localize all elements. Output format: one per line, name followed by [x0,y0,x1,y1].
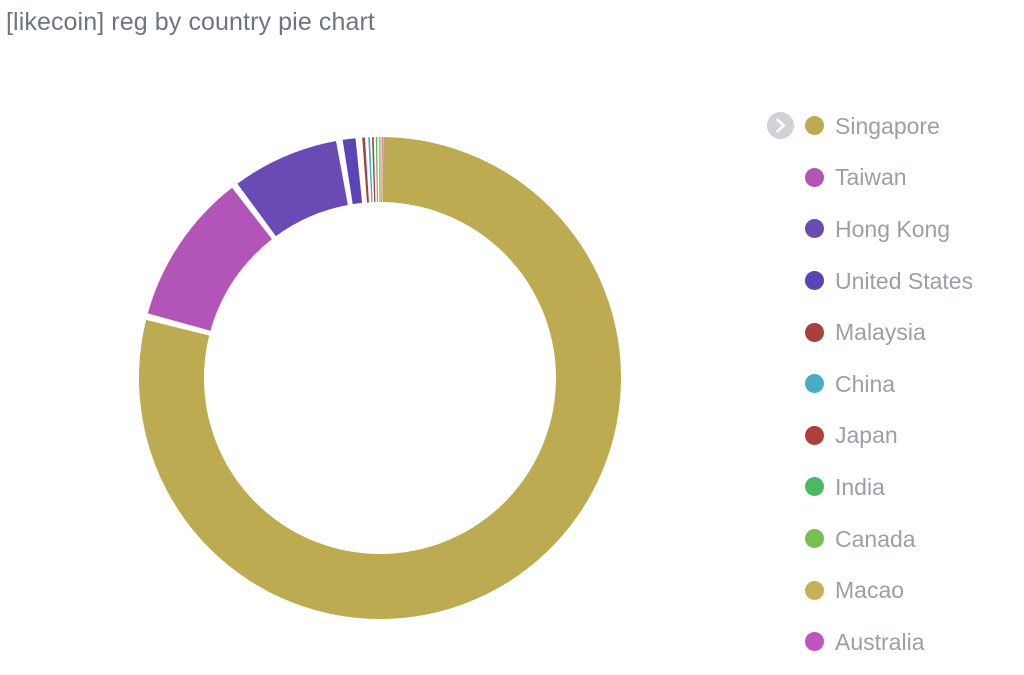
donut-slice-china[interactable] [368,137,373,203]
legend-item-label: United States [835,267,974,294]
legend-item-label: Japan [835,422,898,449]
donut-slice-australia[interactable] [381,137,383,203]
legend-item-label: China [835,370,896,397]
legend-item-hong-kong[interactable]: Hong Kong [755,203,1024,255]
legend-expander-slot [755,152,805,204]
legend-color-swatch [805,580,824,600]
donut-slice-india[interactable] [375,137,378,203]
legend-item-label: Singapore [835,112,940,139]
legend-color-swatch [805,529,824,549]
legend-color-swatch [805,322,824,342]
legend-item-japan[interactable]: Japan [755,410,1024,462]
legend-expander-slot [755,564,805,616]
legend-item-india[interactable]: India [755,461,1024,513]
donut-slice-group[interactable] [139,136,622,619]
legend-item-macao[interactable]: Macao [755,564,1024,616]
legend-expander-slot [755,461,805,513]
legend-color-swatch [805,374,824,394]
legend-item-label: Australia [835,628,925,655]
legend-item-china[interactable]: China [755,358,1024,410]
legend-expander-slot [755,358,805,410]
donut-slice-macao[interactable] [380,136,382,202]
legend-color-swatch [805,167,824,187]
page-title: [likecoin] reg by country pie chart [6,8,375,36]
legend-item-label: India [835,473,885,500]
donut-slice-japan[interactable] [372,137,376,203]
legend-item-australia[interactable]: Australia [755,616,1024,668]
legend-expander-slot [755,203,805,255]
legend-expander-slot [755,306,805,358]
legend-color-swatch [805,632,824,652]
legend-item-label: Canada [835,525,916,552]
legend-item-taiwan[interactable]: Taiwan [755,152,1024,204]
legend-color-swatch [805,425,824,445]
legend-item-label: Malaysia [835,319,926,346]
legend-item-label: Hong Kong [835,215,951,242]
legend-item-label: Taiwan [835,164,907,191]
legend-item-malaysia[interactable]: Malaysia [755,306,1024,358]
legend-expander-slot[interactable] [755,100,805,152]
donut-slice-malaysia[interactable] [362,137,369,203]
legend-color-swatch [805,116,824,136]
legend-color-swatch [805,271,824,291]
legend-item-label: Macao [835,577,905,604]
legend-color-swatch [805,219,824,239]
donut-slice-taiwan[interactable] [147,187,272,331]
legend-color-swatch [805,477,824,497]
chevron-right-circle-icon[interactable] [766,112,794,140]
legend-expander-slot [755,616,805,668]
donut-slice-canada[interactable] [378,136,380,202]
legend-expander-slot [755,255,805,307]
donut-chart[interactable] [0,60,745,675]
legend-item-united-states[interactable]: United States [755,255,1024,307]
legend-item-canada[interactable]: Canada [755,513,1024,565]
legend-item-singapore[interactable]: Singapore [755,100,1024,152]
pie-chart-area [0,60,745,675]
legend-expander-slot [755,410,805,462]
chart-legend[interactable]: Singapore Taiwan Hong Kong United States Mal… [755,100,1024,668]
legend-expander-slot [755,513,805,565]
